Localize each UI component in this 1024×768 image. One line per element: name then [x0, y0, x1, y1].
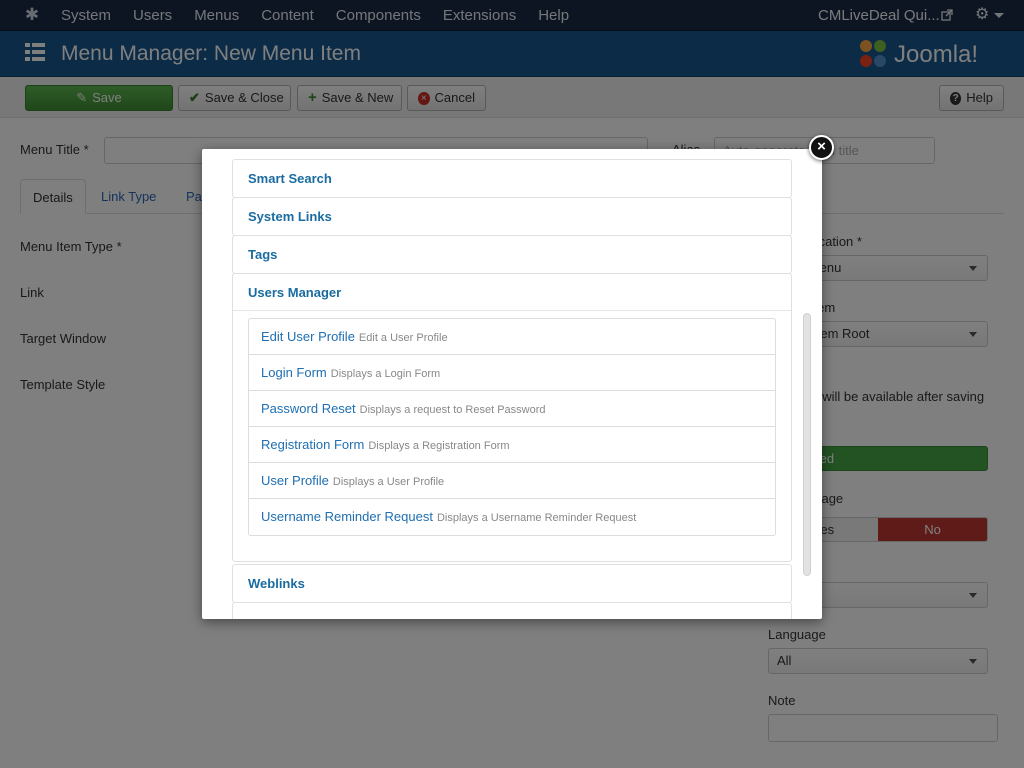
list-item-password-reset[interactable]: Password Reset Displays a request to Rese… [249, 391, 775, 427]
group-heading[interactable]: System Links [233, 198, 791, 235]
menu-item-type-modal: Smart Search System Links Tags Users Man… [202, 149, 822, 619]
users-manager-item-list: Edit User Profile Edit a User Profile Log… [248, 318, 776, 536]
list-item-edit-user-profile[interactable]: Edit User Profile Edit a User Profile [249, 319, 775, 355]
group-heading[interactable]: Smart Search [233, 160, 791, 197]
list-item-login-form[interactable]: Login Form Displays a Login Form [249, 355, 775, 391]
group-next-partial[interactable] [232, 602, 792, 619]
group-heading[interactable]: Tags [233, 236, 791, 273]
list-item-user-profile[interactable]: User Profile Displays a User Profile [249, 463, 775, 499]
modal-scrollbar[interactable] [803, 313, 811, 576]
list-item-username-reminder[interactable]: Username Reminder Request Displays a User… [249, 499, 775, 535]
group-weblinks[interactable]: Weblinks [232, 564, 792, 603]
group-smart-search[interactable]: Smart Search [232, 159, 792, 198]
list-item-registration-form[interactable]: Registration Form Displays a Registration… [249, 427, 775, 463]
group-tags[interactable]: Tags [232, 235, 792, 274]
close-icon[interactable]: × [809, 135, 834, 160]
group-heading[interactable]: Weblinks [233, 565, 791, 602]
group-system-links[interactable]: System Links [232, 197, 792, 236]
group-heading[interactable]: Users Manager [233, 274, 791, 311]
